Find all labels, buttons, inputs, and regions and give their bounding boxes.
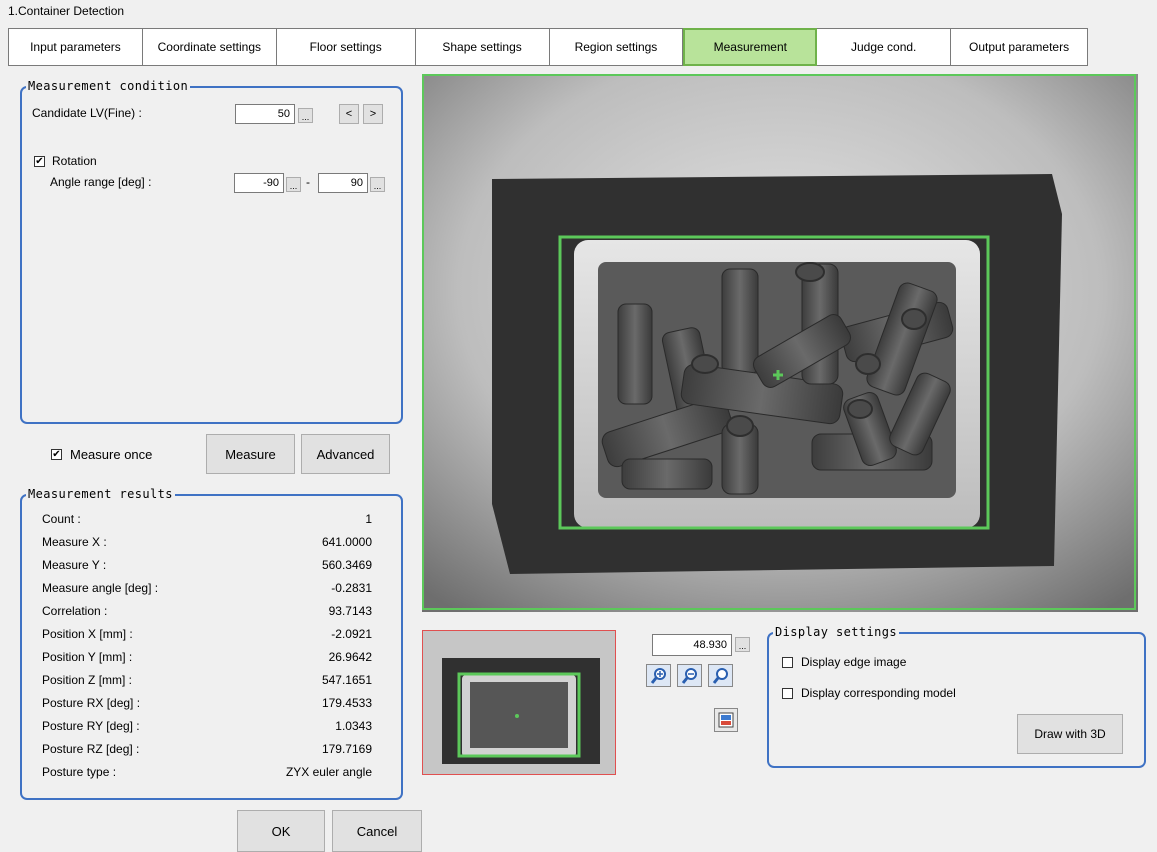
zoom-fit-button[interactable]: [708, 664, 733, 687]
tab-bar: Input parameters Coordinate settings Flo…: [8, 28, 1088, 68]
image-swap-button[interactable]: [714, 708, 738, 732]
measure-once-label: Measure once: [70, 447, 153, 462]
tab-output-parameters[interactable]: Output parameters: [951, 28, 1088, 66]
result-label: Position Z [mm] :: [42, 673, 133, 687]
angle-max-dots-button[interactable]: ...: [370, 177, 385, 192]
tab-input-parameters[interactable]: Input parameters: [8, 28, 143, 66]
draw-with-3d-button[interactable]: Draw with 3D: [1017, 714, 1123, 754]
result-value: 560.3469: [321, 558, 372, 572]
zoom-out-button[interactable]: [677, 664, 702, 687]
result-label: Posture type :: [42, 765, 117, 779]
result-value: 547.1651: [321, 673, 372, 687]
result-value: 1: [365, 512, 372, 526]
display-edge-label: Display edge image: [801, 655, 907, 669]
result-value: 93.7143: [328, 604, 372, 618]
candidate-prev-button[interactable]: <: [339, 104, 359, 124]
zoom-in-button[interactable]: [646, 664, 671, 687]
result-row: Count : 1: [42, 512, 372, 535]
result-value: 26.9642: [328, 650, 372, 664]
display-edge-checkbox[interactable]: [782, 657, 793, 668]
display-settings-legend: Display settings: [773, 625, 899, 639]
display-model-checkbox[interactable]: [782, 688, 793, 699]
tab-floor-settings[interactable]: Floor settings: [276, 28, 416, 66]
result-row: Measure X : 641.0000: [42, 535, 372, 558]
measurement-condition-legend: Measurement condition: [26, 79, 191, 93]
result-label: Posture RX [deg] :: [42, 696, 141, 710]
candidate-lv-label: Candidate LV(Fine) :: [32, 106, 142, 120]
angle-min-field[interactable]: -90: [234, 173, 284, 193]
display-model-label: Display corresponding model: [801, 686, 956, 700]
thumbnail-image: [422, 630, 616, 775]
result-label: Measure Y :: [42, 558, 107, 572]
candidate-lv-field[interactable]: 50: [235, 104, 295, 124]
result-value: 179.4533: [321, 696, 372, 710]
result-label: Posture RY [deg] :: [42, 719, 140, 733]
result-row: Posture RX [deg] : 179.4533: [42, 696, 372, 719]
zoom-fit-icon: [712, 667, 728, 684]
ok-button[interactable]: OK: [237, 810, 325, 852]
result-row: Posture RY [deg] : 1.0343: [42, 719, 372, 742]
candidate-lv-dots-button[interactable]: ...: [298, 108, 313, 123]
measurement-results-legend: Measurement results: [26, 487, 175, 501]
advanced-button[interactable]: Advanced: [301, 434, 390, 474]
zoom-value-field[interactable]: 48.930: [652, 634, 732, 656]
cancel-button[interactable]: Cancel: [332, 810, 422, 852]
display-settings-group: Display settings Display edge image Disp…: [767, 625, 1146, 768]
result-label: Count :: [42, 512, 81, 526]
result-row: Position Z [mm] : 547.1651: [42, 673, 372, 696]
camera-image-view[interactable]: [422, 74, 1138, 612]
result-row: Measure angle [deg] : -0.2831: [42, 581, 372, 604]
result-label: Posture RZ [deg] :: [42, 742, 140, 756]
result-row: Posture type : ZYX euler angle: [42, 765, 372, 788]
result-value: -2.0921: [331, 627, 372, 641]
candidate-next-button[interactable]: >: [363, 104, 383, 124]
zoom-in-icon: [650, 667, 666, 684]
tab-measurement[interactable]: Measurement: [683, 28, 818, 66]
measure-once-checkbox[interactable]: ✔: [51, 449, 62, 460]
tab-judge-cond[interactable]: Judge cond.: [817, 28, 952, 66]
window-title: 1.Container Detection: [8, 4, 125, 18]
result-value: 1.0343: [335, 719, 372, 733]
result-row: Measure Y : 560.3469: [42, 558, 372, 581]
zoom-out-icon: [681, 667, 697, 684]
result-label: Measure X :: [42, 535, 107, 549]
measurement-results-group: Measurement results Count : 1 Measure X :…: [20, 487, 403, 800]
container-image: [422, 74, 1138, 612]
angle-range-dash: -: [306, 175, 310, 189]
thumbnail-view[interactable]: [422, 630, 616, 775]
result-row: Position Y [mm] : 26.9642: [42, 650, 372, 673]
result-value: ZYX euler angle: [285, 765, 372, 779]
result-row: Correlation : 93.7143: [42, 604, 372, 627]
image-swap-icon: [718, 712, 734, 728]
rotation-label: Rotation: [52, 154, 97, 168]
result-value: -0.2831: [331, 581, 372, 595]
tab-shape-settings[interactable]: Shape settings: [415, 28, 550, 66]
tab-region-settings[interactable]: Region settings: [549, 28, 684, 66]
measurement-condition-group: Measurement condition Candidate LV(Fine)…: [20, 79, 403, 424]
angle-min-dots-button[interactable]: ...: [286, 177, 301, 192]
result-label: Position Y [mm] :: [42, 650, 133, 664]
measure-button[interactable]: Measure: [206, 434, 295, 474]
result-label: Correlation :: [42, 604, 108, 618]
result-value: 641.0000: [321, 535, 372, 549]
result-row: Position X [mm] : -2.0921: [42, 627, 372, 650]
angle-range-label: Angle range [deg] :: [50, 175, 152, 189]
result-label: Measure angle [deg] :: [42, 581, 159, 595]
rotation-checkbox[interactable]: ✔: [34, 156, 45, 167]
angle-max-field[interactable]: 90: [318, 173, 368, 193]
result-row: Posture RZ [deg] : 179.7169: [42, 742, 372, 765]
tab-coordinate-settings[interactable]: Coordinate settings: [142, 28, 277, 66]
zoom-dots-button[interactable]: ...: [735, 637, 750, 652]
result-value: 179.7169: [321, 742, 372, 756]
result-label: Position X [mm] :: [42, 627, 133, 641]
